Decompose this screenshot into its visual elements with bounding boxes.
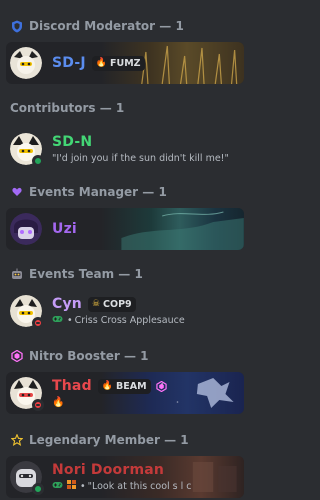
role-header: Events Manager — 1 [6, 182, 244, 202]
role-header-label: Events Team — 1 [29, 267, 143, 281]
member-name: Uzi [52, 221, 77, 237]
role-header: Events Team — 1 [6, 264, 244, 284]
avatar[interactable] [10, 461, 44, 495]
status-online-indicator [32, 155, 44, 167]
role-header-label: Contributors — 1 [10, 101, 125, 115]
role-group-legendary-member: Legendary Member — 1 Nori Doorman • "Loo… [6, 430, 244, 498]
boost-gem-icon [10, 349, 24, 363]
shield-icon [10, 19, 24, 33]
guild-tag[interactable]: 🔥 FUMZ [91, 55, 145, 71]
member-name: Thad [52, 378, 92, 394]
fire-icon: 🔥 [52, 396, 65, 408]
status-dnd-indicator [32, 399, 44, 411]
status-dnd-indicator [32, 317, 44, 329]
boost-gem-icon [155, 380, 167, 392]
member-row-cyn[interactable]: Cyn ☠ COP9 • Criss Cross Applesauce [6, 290, 244, 332]
avatar[interactable] [10, 377, 44, 411]
member-name: SD-N [52, 134, 93, 150]
gamepad-icon [52, 315, 63, 326]
member-row-sd-n[interactable]: SD-N "I'd join you if the sun didn't kil… [6, 128, 244, 170]
avatar[interactable] [10, 213, 42, 245]
guild-tag[interactable]: ☠ COP9 [87, 296, 136, 312]
role-group-nitro-booster: Nitro Booster — 1 Thad � [6, 346, 244, 414]
avatar[interactable] [10, 133, 44, 167]
member-name: Cyn [52, 296, 82, 312]
role-group-events-team: Events Team — 1 Cyn ☠ COP9 • Criss Cross… [6, 264, 244, 332]
status-online-indicator [32, 483, 44, 495]
member-row-uzi[interactable]: Uzi [6, 208, 244, 250]
role-header: Discord Moderator — 1 [6, 16, 244, 36]
gamepad-icon [52, 481, 63, 492]
member-name: SD-J [52, 55, 86, 71]
fire-icon: 🔥 [101, 381, 114, 391]
role-header: Contributors — 1 [6, 98, 244, 118]
member-name: Nori Doorman [52, 462, 165, 478]
member-row-sd-j[interactable]: SD-J 🔥 FUMZ [6, 42, 244, 84]
flame-purple-icon: 🔥 [95, 58, 108, 68]
member-row-nori-doorman[interactable]: Nori Doorman • "Look at this cool s l c [6, 456, 244, 498]
role-header-label: Legendary Member — 1 [29, 433, 189, 447]
activity-separator: • [67, 314, 73, 326]
role-header: Legendary Member — 1 [6, 430, 244, 450]
star-icon [10, 433, 24, 447]
game-tile-icon [67, 480, 76, 492]
member-row-thad[interactable]: Thad 🔥 BEAM 🔥 [6, 372, 244, 414]
role-header-label: Nitro Booster — 1 [29, 349, 149, 363]
custom-status: "I'd join you if the sun didn't kill me!… [52, 152, 229, 164]
role-header-label: Events Manager — 1 [29, 185, 167, 199]
role-header-label: Discord Moderator — 1 [29, 19, 184, 33]
role-header: Nitro Booster — 1 [6, 346, 244, 366]
guild-tag[interactable]: 🔥 BEAM [97, 378, 151, 394]
robot-icon [10, 267, 24, 281]
activity-text: Criss Cross Applesauce [74, 314, 185, 326]
role-group-events-manager: Events Manager — 1 Uzi [6, 182, 244, 250]
activity-separator: • [80, 480, 86, 492]
avatar[interactable] [10, 295, 44, 329]
role-group-discord-moderator: Discord Moderator — 1 SD-J 🔥 FUMZ [6, 16, 244, 84]
avatar[interactable] [10, 47, 42, 79]
heart-icon [10, 185, 24, 199]
activity-text: "Look at this cool s l c [87, 480, 192, 492]
skull-icon: ☠ [91, 299, 101, 309]
role-group-contributors: Contributors — 1 SD-N "I'd join you if t… [6, 98, 244, 170]
